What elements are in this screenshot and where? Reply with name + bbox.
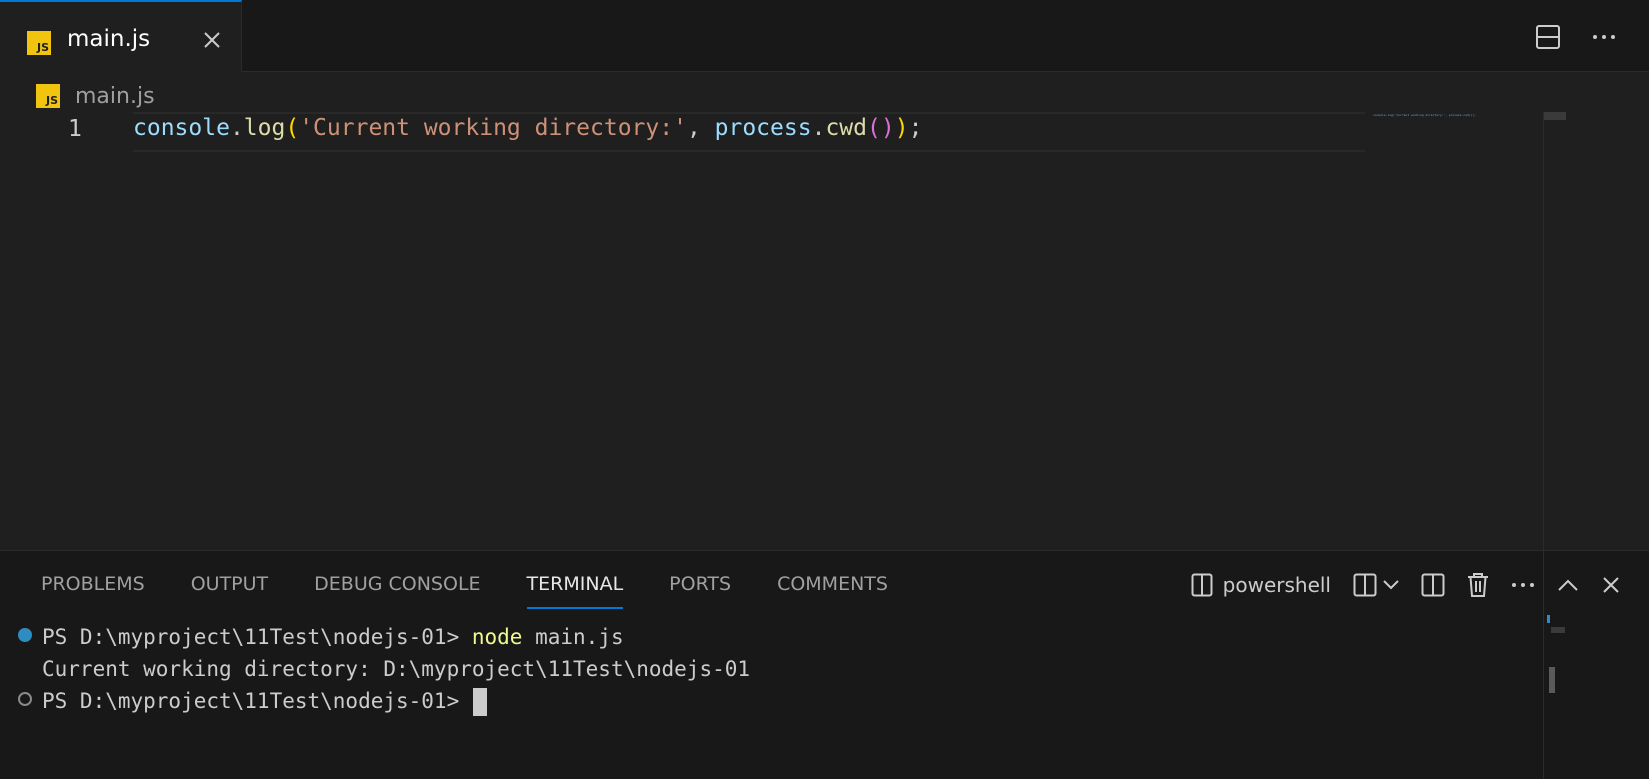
javascript-file-icon: JS — [27, 31, 51, 55]
code-token: ( — [866, 115, 881, 141]
command-pending-dot-icon[interactable] — [18, 692, 32, 706]
terminal-overview-marker — [1547, 615, 1550, 623]
command-success-dot-icon[interactable] — [18, 628, 32, 642]
split-editor-icon[interactable] — [1533, 22, 1563, 52]
terminal-cursor — [473, 688, 488, 716]
terminal-command: node — [471, 625, 523, 649]
tab-label: main.js — [67, 26, 151, 52]
code-token: cwd — [825, 115, 867, 141]
panel-scrollbar-track — [1543, 551, 1544, 779]
chevron-up-icon[interactable] — [1557, 569, 1579, 601]
tab-debug-console[interactable]: DEBUG CONSOLE — [314, 573, 480, 607]
split-terminal-icon — [1353, 573, 1377, 597]
terminal-output[interactable]: PS D:\myproject\11Test\nodejs-01> node m… — [0, 621, 1540, 779]
panel-actions: powershell — [1191, 569, 1621, 601]
terminal-command-args: main.js — [522, 625, 624, 649]
tab-comments[interactable]: COMMENTS — [777, 573, 888, 607]
chevron-down-icon — [1383, 580, 1399, 590]
javascript-file-icon: JS — [36, 84, 60, 108]
code-token: , — [686, 115, 715, 141]
close-icon[interactable] — [198, 26, 226, 54]
code-token: . — [229, 115, 244, 141]
tab-output[interactable]: OUTPUT — [191, 573, 268, 607]
code-token: ; — [908, 115, 923, 141]
more-actions-icon[interactable] — [1511, 569, 1535, 601]
terminal-line: Current working directory: D:\myproject\… — [42, 657, 751, 681]
tab-main-js[interactable]: JS main.js — [0, 0, 242, 72]
code-token: ( — [285, 115, 300, 141]
terminal-overview-marker — [1551, 627, 1565, 633]
panel-tab-list: PROBLEMS OUTPUT DEBUG CONSOLE TERMINAL P… — [41, 573, 934, 609]
terminal-prompt: PS D:\myproject\11Test\nodejs-01> — [42, 625, 472, 649]
trash-icon[interactable] — [1467, 569, 1489, 601]
terminal-icon — [1191, 573, 1213, 597]
editor-scrollbar[interactable] — [1544, 112, 1566, 120]
terminal-shell-selector[interactable]: powershell — [1191, 569, 1353, 601]
vscode-window: JS main.js JS main.js 1 console.log('Cur… — [0, 0, 1649, 779]
code-editor[interactable]: 1 console.log('Current working directory… — [0, 112, 1649, 577]
tab-problems[interactable]: PROBLEMS — [41, 573, 145, 607]
code-token: log — [243, 115, 286, 141]
terminal-scrollbar[interactable] — [1549, 667, 1555, 693]
breadcrumb[interactable]: JS main.js — [36, 82, 155, 110]
line-number: 1 — [68, 116, 82, 142]
code-token: console — [133, 115, 230, 141]
code-token: ) — [894, 115, 909, 141]
code-token: . — [811, 115, 826, 141]
tab-terminal[interactable]: TERMINAL — [526, 573, 623, 609]
code-line[interactable]: console.log('Current working directory:'… — [133, 115, 922, 141]
tab-ports[interactable]: PORTS — [669, 573, 731, 607]
minimap[interactable]: console.log('Current working directory:'… — [1373, 112, 1488, 118]
terminal-prompt: PS D:\myproject\11Test\nodejs-01> — [42, 689, 460, 713]
code-token: ) — [880, 115, 895, 141]
close-icon[interactable] — [1601, 569, 1621, 601]
code-token: process — [714, 115, 812, 141]
terminal-line: PS D:\myproject\11Test\nodejs-01> node m… — [42, 621, 624, 653]
terminal-line: PS D:\myproject\11Test\nodejs-01> — [42, 685, 488, 717]
code-token: 'Current working directory:' — [299, 115, 687, 141]
split-terminal-icon[interactable] — [1421, 569, 1445, 601]
editor-tab-bar: JS main.js — [0, 0, 1649, 72]
shell-label: powershell — [1222, 573, 1331, 597]
bottom-panel: PROBLEMS OUTPUT DEBUG CONSOLE TERMINAL P… — [0, 550, 1649, 779]
editor-actions — [1533, 22, 1619, 52]
breadcrumb-label: main.js — [75, 83, 155, 109]
split-terminal-dropdown[interactable] — [1353, 569, 1399, 601]
editor-scrollbar-track — [1543, 112, 1544, 577]
more-actions-icon[interactable] — [1589, 22, 1619, 52]
